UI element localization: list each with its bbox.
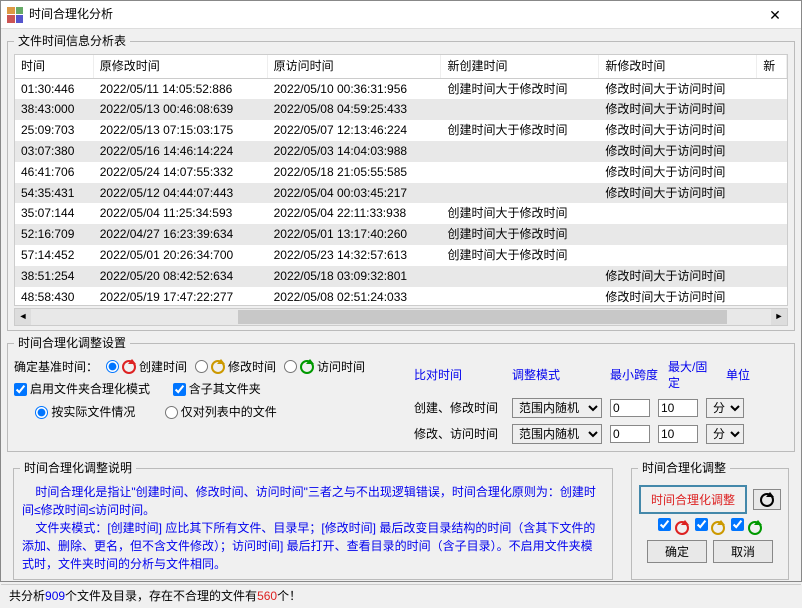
create-icon xyxy=(122,360,136,374)
table-row[interactable]: 03:07:3802022/05/16 14:46:14:2242022/05/… xyxy=(15,141,787,162)
radio-actual[interactable]: 按实际文件情况 xyxy=(35,404,135,421)
chk-folder-mode[interactable]: 启用文件夹合理化模式 xyxy=(14,381,150,398)
radio-access[interactable]: 访问时间 xyxy=(284,359,365,376)
h-min: 最小跨度 xyxy=(610,367,660,384)
scroll-thumb[interactable] xyxy=(238,310,726,324)
window-title: 时间合理化分析 xyxy=(29,6,113,23)
status-bar: 共分析909个文件及目录，存在不合理的文件有560个！ xyxy=(1,584,801,608)
h-mode: 调整模式 xyxy=(512,367,602,384)
table-row[interactable]: 57:14:4522022/05/01 20:26:34:7002022/05/… xyxy=(15,245,787,266)
table-row[interactable]: 54:35:4312022/05/12 04:44:07:4432022/05/… xyxy=(15,183,787,204)
table-row[interactable]: 48:58:4302022/05/19 17:47:22:2772022/05/… xyxy=(15,287,787,306)
row2-label: 修改、访问时间 xyxy=(414,426,504,443)
table-row[interactable]: 38:51:2542022/05/20 08:42:52:6342022/05/… xyxy=(15,266,787,287)
horizontal-scrollbar[interactable]: ◄ ► xyxy=(14,308,788,326)
explain-fieldset: 时间合理化调整说明 时间合理化是指让"创建时间、修改时间、访问时间"三者之与不出… xyxy=(13,460,613,580)
adjust-legend: 时间合理化调整 xyxy=(638,460,730,477)
max-input-2[interactable] xyxy=(658,425,698,443)
table-row[interactable]: 46:41:7062022/05/24 14:07:55:3322022/05/… xyxy=(15,162,787,183)
settings-legend: 时间合理化调整设置 xyxy=(14,335,130,352)
column-header[interactable]: 新修改时间 xyxy=(599,55,757,78)
adjust-fieldset: 时间合理化调整 时间合理化调整 确定 取消 xyxy=(631,460,789,580)
row1-label: 创建、修改时间 xyxy=(414,400,504,417)
create-icon-2 xyxy=(675,521,689,535)
cancel-button[interactable]: 取消 xyxy=(713,540,773,563)
explain-text: 时间合理化是指让"创建时间、修改时间、访问时间"三者之与不出现逻辑错误，时间合理… xyxy=(20,481,606,575)
radio-modify[interactable]: 修改时间 xyxy=(195,359,276,376)
table-legend: 文件时间信息分析表 xyxy=(14,33,130,50)
table-row[interactable]: 38:43:0002022/05/13 00:46:08:6392022/05/… xyxy=(15,99,787,120)
table-row[interactable]: 52:16:7092022/04/27 16:23:39:6342022/05/… xyxy=(15,224,787,245)
explain-legend: 时间合理化调整说明 xyxy=(20,460,136,477)
base-time-label: 确定基准时间： xyxy=(14,359,98,376)
time-table: 时间原修改时间原访问时间新创建时间新修改时间新 01:30:4462022/05… xyxy=(15,55,787,306)
adjust-button[interactable]: 时间合理化调整 xyxy=(639,485,747,514)
ok-button[interactable]: 确定 xyxy=(647,540,707,563)
close-button[interactable]: ✕ xyxy=(755,2,795,28)
h-compare: 比对时间 xyxy=(414,367,504,384)
app-icon xyxy=(7,7,23,23)
h-max: 最大/固定 xyxy=(668,359,718,393)
column-header[interactable]: 原修改时间 xyxy=(93,55,267,78)
scroll-left-icon[interactable]: ◄ xyxy=(15,309,31,325)
table-fieldset: 文件时间信息分析表 时间原修改时间原访问时间新创建时间新修改时间新 01:30:… xyxy=(7,33,795,331)
chk-modify[interactable] xyxy=(695,518,725,536)
column-header[interactable]: 新创建时间 xyxy=(441,55,599,78)
radio-listonly[interactable]: 仅对列表中的文件 xyxy=(165,404,277,421)
table-row[interactable]: 01:30:4462022/05/11 14:05:52:8862022/05/… xyxy=(15,78,787,99)
scroll-right-icon[interactable]: ► xyxy=(771,309,787,325)
table-row[interactable]: 25:09:7032022/05/13 07:15:03:1752022/05/… xyxy=(15,120,787,141)
max-input-1[interactable] xyxy=(658,399,698,417)
refresh-icon xyxy=(760,493,774,507)
unit-select-2[interactable]: 分 xyxy=(706,424,744,444)
mode-select-2[interactable]: 范围内随机 xyxy=(512,424,602,444)
min-input-2[interactable] xyxy=(610,425,650,443)
radio-create[interactable]: 创建时间 xyxy=(106,359,187,376)
column-header[interactable]: 时间 xyxy=(15,55,93,78)
mode-select-1[interactable]: 范围内随机 xyxy=(512,398,602,418)
chk-create[interactable] xyxy=(658,518,688,536)
min-input-1[interactable] xyxy=(610,399,650,417)
h-unit: 单位 xyxy=(726,367,750,384)
refresh-button[interactable] xyxy=(753,489,781,510)
table-row[interactable]: 35:07:1442022/05/04 11:25:34:5932022/05/… xyxy=(15,203,787,224)
settings-fieldset: 时间合理化调整设置 确定基准时间： 创建时间 修改时间 访问时间 启用文件夹合理… xyxy=(7,335,795,452)
access-icon-2 xyxy=(748,521,762,535)
unit-select-1[interactable]: 分 xyxy=(706,398,744,418)
access-icon xyxy=(300,360,314,374)
column-header[interactable]: 原访问时间 xyxy=(267,55,441,78)
modify-icon-2 xyxy=(711,521,725,535)
chk-access[interactable] xyxy=(731,518,761,536)
column-header[interactable]: 新 xyxy=(757,55,787,78)
modify-icon xyxy=(211,360,225,374)
chk-subfolder[interactable]: 含子其文件夹 xyxy=(173,381,261,398)
table-scroll[interactable]: 时间原修改时间原访问时间新创建时间新修改时间新 01:30:4462022/05… xyxy=(14,54,788,306)
